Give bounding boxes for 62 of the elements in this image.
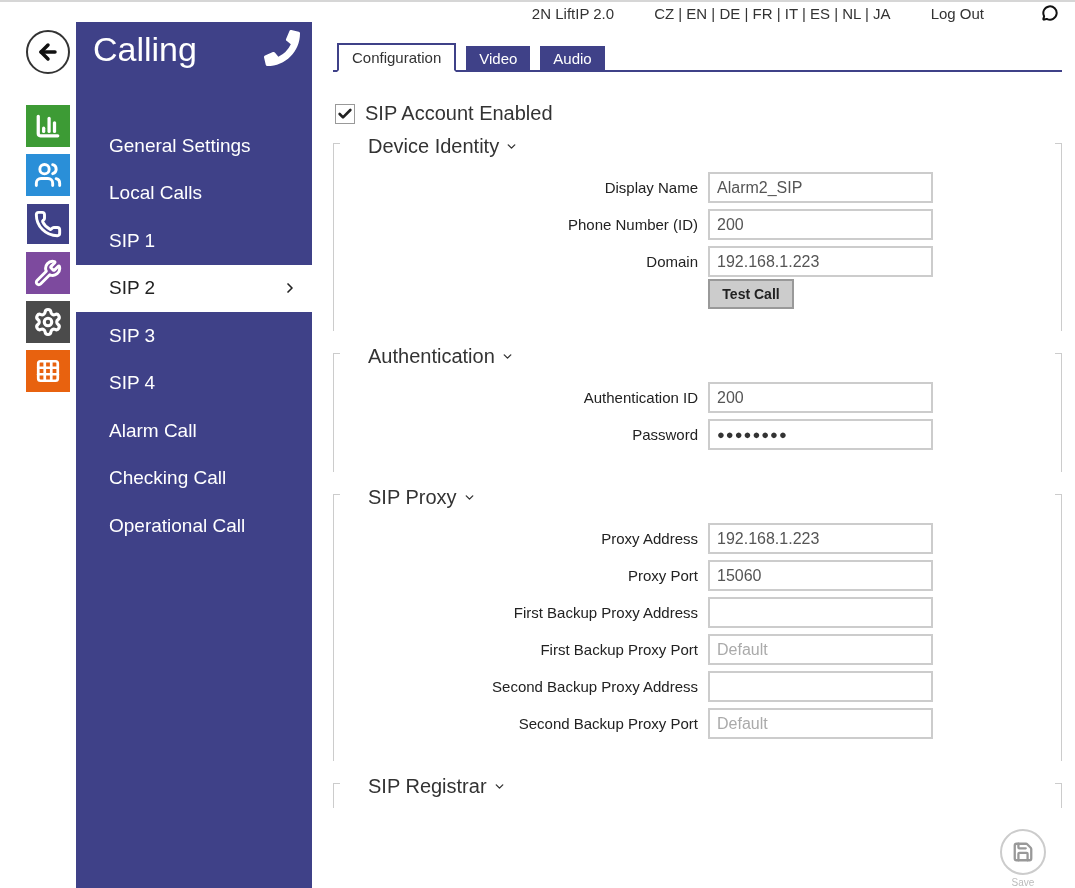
grid-icon [35, 358, 61, 384]
field-label: Password [631, 426, 698, 443]
field-label: Phone Number (ID) [566, 216, 698, 233]
language-links[interactable]: CZ | EN | DE | FR | IT | ES | NL | JA [654, 4, 891, 22]
product-name: 2N LiftIP 2.0 [531, 4, 615, 22]
chart-icon [35, 113, 61, 139]
nav-tile[interactable] [26, 350, 70, 392]
section-title[interactable]: Device Identity [368, 135, 500, 158]
sidebar-item[interactable]: Alarm Call [76, 407, 312, 455]
users-icon [34, 161, 62, 189]
field-label: First Backup Proxy Port [539, 641, 698, 658]
test-call-button[interactable]: Test Call [708, 279, 794, 309]
password-field[interactable]: ●●●●●●●● [708, 419, 933, 450]
input-field[interactable]: Default [708, 634, 933, 665]
section-title[interactable]: SIP Proxy [368, 486, 457, 509]
nav-tile[interactable] [26, 105, 70, 147]
wrench-icon [34, 259, 62, 287]
phone-icon [34, 210, 62, 238]
sidebar-item[interactable]: SIP 3 [76, 312, 312, 360]
field-label: Domain [645, 253, 698, 270]
sidebar-item[interactable]: General Settings [76, 122, 312, 170]
sidebar-item[interactable]: SIP 2 [76, 264, 312, 312]
input-field[interactable]: Alarm2_SIP [708, 172, 933, 203]
nav-tile[interactable] [26, 203, 70, 245]
input-field[interactable]: 200 [708, 209, 933, 240]
checkbox[interactable] [335, 103, 355, 124]
field-label: Proxy Address [600, 530, 698, 547]
save-label: Save [1011, 877, 1035, 888]
input-field[interactable] [708, 671, 933, 702]
input-field[interactable]: 15060 [708, 560, 933, 591]
sidebar-item[interactable]: SIP 1 [76, 217, 312, 265]
nav-tile[interactable] [26, 252, 70, 294]
input-field[interactable]: Default [708, 708, 933, 739]
checkbox-label: SIP Account Enabled [365, 102, 553, 125]
input-field[interactable]: 192.168.1.223 [708, 246, 933, 277]
sidebar-title: Calling [93, 30, 197, 69]
tab[interactable]: Video [466, 46, 531, 70]
sidebar-item[interactable]: Local Calls [76, 169, 312, 217]
section-title[interactable]: SIP Registrar [368, 775, 487, 798]
settings-icon [33, 307, 63, 337]
input-field[interactable]: 192.168.1.223 [708, 523, 933, 554]
back-button[interactable] [26, 30, 70, 74]
tab[interactable]: Configuration [337, 43, 457, 72]
sidebar-item[interactable]: Operational Call [76, 502, 312, 550]
field-label: Display Name [603, 179, 698, 196]
sidebar-item[interactable]: Checking Call [76, 454, 312, 502]
field-label: First Backup Proxy Address [512, 604, 698, 621]
field-label: Second Backup Proxy Port [517, 715, 698, 732]
input-field[interactable]: 200 [708, 382, 933, 413]
field-label: Authentication ID [582, 389, 698, 406]
nav-tile[interactable] [26, 301, 70, 343]
field-label: Proxy Port [626, 567, 698, 584]
field-label: Second Backup Proxy Address [491, 678, 698, 695]
nav-tile[interactable] [26, 154, 70, 196]
save-icon [1012, 841, 1034, 863]
phone-icon [264, 30, 300, 66]
sidebar-item[interactable]: SIP 4 [76, 359, 312, 407]
chat-icon[interactable] [1042, 5, 1058, 21]
logout-link[interactable]: Log Out [930, 4, 984, 22]
section-title[interactable]: Authentication [368, 345, 495, 368]
tab[interactable]: Audio [540, 46, 605, 70]
input-field[interactable] [708, 597, 933, 628]
